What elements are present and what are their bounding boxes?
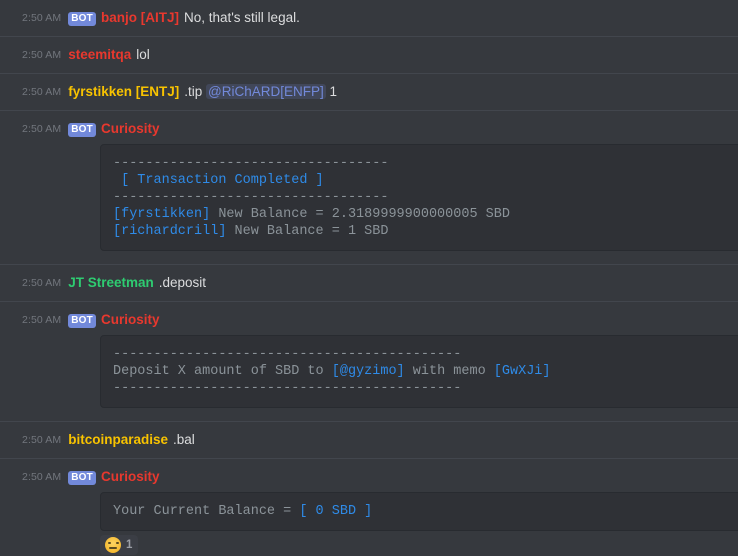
chat-message[interactable]: 2:50 AM bitcoinparadise .bal — [0, 421, 738, 458]
code-block-balance: Your Current Balance = [ 0 SBD ] — [100, 492, 738, 531]
message-header: 2:50 AM fyrstikken [ENTJ] .tip @RiChARD[EN… — [0, 83, 738, 101]
user-mention[interactable]: @RiChARD[ENFP] — [206, 84, 326, 99]
code-block-transaction: ---------------------------------- [ Tra… — [100, 144, 738, 251]
message-username[interactable]: banjo [AITJ] — [101, 10, 179, 25]
code-rule-bottom: ----------------------------------------… — [113, 381, 462, 396]
message-timestamp: 2:50 AM — [22, 434, 62, 446]
code-rule-mid: ---------------------------------- — [113, 190, 389, 205]
expressionless-face-emoji — [105, 537, 121, 553]
code-rule-top: ----------------------------------------… — [113, 347, 462, 362]
code-deposit-text: Deposit X amount of SBD to — [113, 364, 332, 379]
message-username[interactable]: Curiosity — [101, 312, 160, 327]
code-balance-richardcrill: New Balance = 1 SBD — [226, 224, 389, 239]
message-timestamp: 2:50 AM — [22, 86, 62, 98]
message-header: 2:50 AM bitcoinparadise .bal — [0, 431, 738, 449]
message-timestamp: 2:50 AM — [22, 314, 62, 326]
chat-message[interactable]: 2:50 AM BOT Curiosity --------------------… — [0, 301, 738, 421]
chat-message[interactable]: 2:50 AM BOT banjo [AITJ] No, that's still l… — [0, 0, 738, 36]
chat-message[interactable]: 2:50 AM BOT Curiosity Your Current Balance… — [0, 458, 738, 556]
bot-badge: BOT — [68, 314, 96, 328]
message-username[interactable]: Curiosity — [101, 121, 160, 136]
chat-message-list[interactable]: 2:50 AM BOT banjo [AITJ] No, that's still l… — [0, 0, 738, 556]
message-text: lol — [136, 47, 150, 62]
message-text: .bal — [173, 432, 195, 447]
message-header: 2:50 AM BOT Curiosity — [0, 468, 738, 486]
chat-message[interactable]: 2:50 AM JT Streetman .deposit — [0, 264, 738, 301]
message-timestamp: 2:50 AM — [22, 471, 62, 483]
message-header: 2:50 AM JT Streetman .deposit — [0, 274, 738, 292]
chat-message[interactable]: 2:50 AM steemitqa lol — [0, 36, 738, 73]
code-rule-top: ---------------------------------- — [113, 156, 389, 171]
message-header: 2:50 AM steemitqa lol — [0, 46, 738, 64]
bot-badge: BOT — [68, 123, 96, 137]
code-balance-text: Your Current Balance = — [113, 504, 300, 519]
bot-badge: BOT — [68, 471, 96, 485]
message-header: 2:50 AM BOT banjo [AITJ] No, that's still l… — [0, 9, 738, 27]
code-title: [ Transaction Completed ] — [113, 173, 324, 188]
message-text: No, that's still legal. — [183, 10, 300, 25]
message-timestamp: 2:50 AM — [22, 12, 62, 24]
message-timestamp: 2:50 AM — [22, 49, 62, 61]
code-deposit-memo: [GwXJi] — [493, 364, 551, 379]
chat-message[interactable]: 2:50 AM fyrstikken [ENTJ] .tip @RiChARD[EN… — [0, 73, 738, 110]
code-deposit-text-b: with memo — [404, 364, 494, 379]
message-username[interactable]: JT Streetman — [68, 275, 154, 290]
chat-message[interactable]: 2:50 AM BOT Curiosity --------------------… — [0, 110, 738, 264]
reaction-count: 1 — [126, 539, 133, 551]
code-balance-value: [ 0 SBD ] — [299, 504, 373, 519]
reaction-chip[interactable]: 1 — [100, 535, 139, 555]
message-reactions: 1 — [100, 535, 738, 556]
message-header: 2:50 AM BOT Curiosity — [0, 311, 738, 329]
message-username[interactable]: Curiosity — [101, 469, 160, 484]
message-text-tail: 1 — [325, 84, 338, 99]
message-username[interactable]: fyrstikken [ENTJ] — [68, 84, 179, 99]
code-account-richardcrill: [richardcrill] — [113, 224, 227, 239]
code-account-fyrstikken: [fyrstikken] — [113, 207, 211, 222]
message-timestamp: 2:50 AM — [22, 277, 62, 289]
message-username[interactable]: steemitqa — [68, 47, 131, 62]
code-block-deposit: ----------------------------------------… — [100, 335, 738, 408]
bot-badge: BOT — [68, 12, 96, 26]
message-timestamp: 2:50 AM — [22, 123, 62, 135]
message-header: 2:50 AM BOT Curiosity — [0, 120, 738, 138]
message-username[interactable]: bitcoinparadise — [68, 432, 168, 447]
message-text: .deposit — [158, 275, 207, 290]
code-deposit-account: [@gyzimo] — [331, 364, 405, 379]
code-balance-fyrstikken: New Balance = 2.3189999900000005 SBD — [210, 207, 510, 222]
message-text: .tip — [184, 84, 207, 99]
